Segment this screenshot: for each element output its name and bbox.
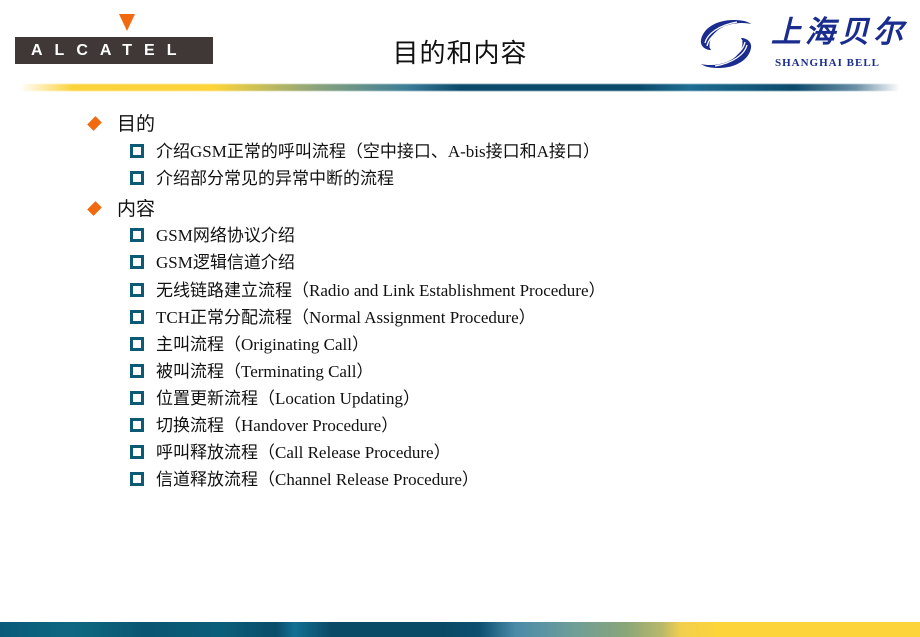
list-item: 切换流程（Handover Procedure）	[130, 415, 398, 437]
list-item-label: 呼叫释放流程（Call Release Procedure）	[156, 443, 451, 462]
diamond-bullet-icon	[87, 200, 102, 216]
square-bullet-icon	[130, 391, 144, 406]
list-item: GSM网络协议介绍	[130, 225, 295, 247]
section-heading-purpose: 目的	[87, 112, 156, 136]
list-item: 位置更新流程（Location Updating）	[130, 388, 420, 410]
list-item: 主叫流程（Originating Call）	[130, 334, 369, 356]
square-bullet-icon	[130, 472, 144, 487]
shanghai-bell-logo: 上海贝尔 SHANGHAI BELL	[697, 14, 907, 72]
alcatel-logo: ALCATEL	[15, 14, 213, 64]
list-item-label: 被叫流程（Terminating Call）	[156, 362, 374, 381]
square-bullet-icon	[130, 255, 144, 270]
list-item-label: GSM网络协议介绍	[156, 226, 295, 245]
list-item: 介绍部分常见的异常中断的流程	[130, 168, 394, 190]
section-heading-contents: 内容	[87, 197, 156, 221]
shanghai-bell-english-name: SHANGHAI BELL	[775, 57, 880, 69]
square-bullet-icon	[130, 364, 144, 379]
list-item: 无线链路建立流程（Radio and Link Establishment Pr…	[130, 280, 606, 302]
list-item: 呼叫释放流程（Call Release Procedure）	[130, 442, 451, 464]
list-item: GSM逻辑信道介绍	[130, 252, 295, 274]
section-heading-label: 内容	[117, 198, 156, 220]
square-bullet-icon	[130, 228, 144, 243]
list-item-label: 介绍部分常见的异常中断的流程	[156, 169, 394, 188]
diamond-bullet-icon	[87, 115, 102, 131]
footer-stripe	[0, 622, 920, 637]
square-bullet-icon	[130, 337, 144, 352]
list-item-label: TCH正常分配流程（Normal Assignment Procedure）	[156, 308, 536, 327]
square-bullet-icon	[130, 283, 144, 298]
list-item-label: 信道释放流程（Channel Release Procedure）	[156, 470, 479, 489]
list-item-label: 位置更新流程（Location Updating）	[156, 389, 420, 408]
header-divider-stripe	[20, 84, 900, 91]
list-item: 被叫流程（Terminating Call）	[130, 361, 373, 383]
list-item-label: 切换流程（Handover Procedure）	[156, 416, 399, 435]
list-item: 信道释放流程（Channel Release Procedure）	[130, 469, 479, 491]
list-item: 介绍GSM正常的呼叫流程（空中接口、A-bis接口和A接口）	[130, 141, 600, 163]
shanghai-bell-chinese-name: 上海贝尔	[771, 15, 907, 50]
list-item-label: 无线链路建立流程（Radio and Link Establishment Pr…	[156, 281, 606, 300]
list-item-label: GSM逻辑信道介绍	[156, 253, 295, 272]
shanghai-bell-emblem-icon	[700, 20, 752, 68]
alcatel-wordmark: ALCATEL	[15, 37, 213, 64]
page-title: 目的和内容	[392, 39, 528, 69]
square-bullet-icon	[130, 144, 144, 159]
list-item: TCH正常分配流程（Normal Assignment Procedure）	[130, 307, 536, 329]
square-bullet-icon	[130, 418, 144, 433]
list-item-label: 主叫流程（Originating Call）	[156, 335, 369, 354]
alcatel-triangle-icon	[119, 14, 135, 31]
list-item-label: 介绍GSM正常的呼叫流程（空中接口、A-bis接口和A接口）	[156, 142, 600, 161]
square-bullet-icon	[130, 445, 144, 460]
square-bullet-icon	[130, 310, 144, 325]
square-bullet-icon	[130, 171, 144, 186]
section-heading-label: 目的	[117, 113, 156, 135]
